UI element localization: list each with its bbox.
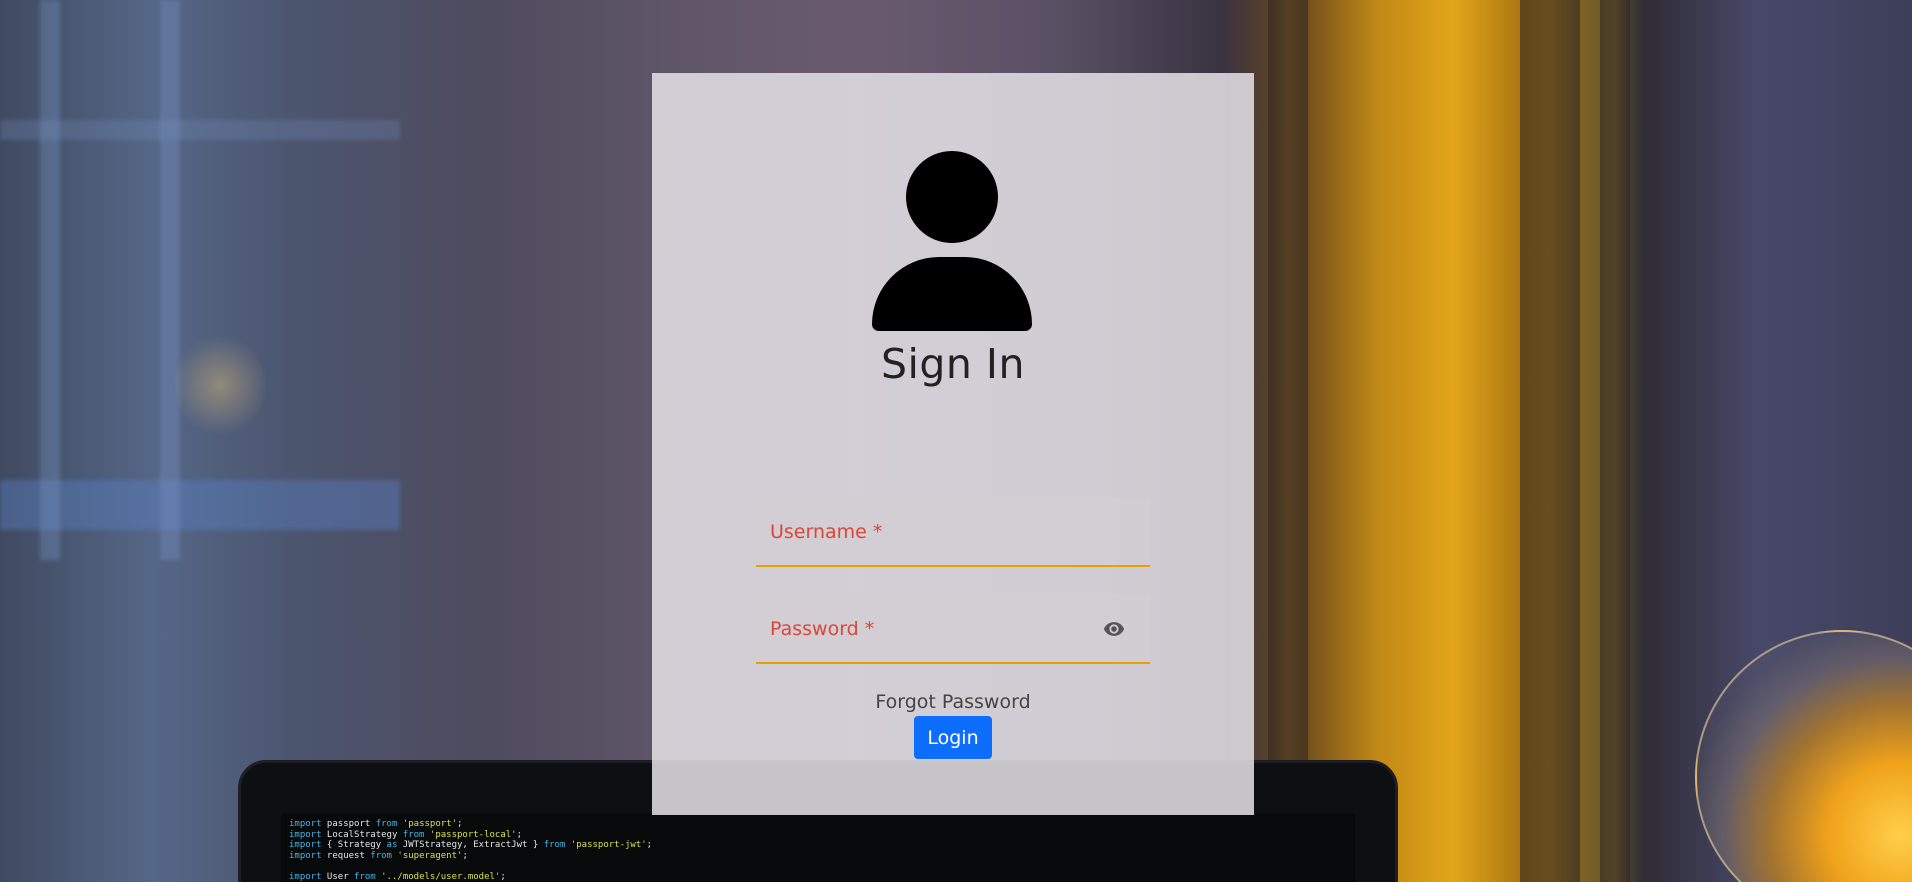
login-button[interactable]: Login xyxy=(914,716,992,759)
avatar-body xyxy=(872,257,1032,331)
eye-icon[interactable] xyxy=(1100,618,1128,640)
background-window xyxy=(0,0,400,560)
code-line: import passport from 'passport'; xyxy=(289,819,463,829)
avatar-head xyxy=(906,151,998,243)
code-line: import { Strategy as JWTStrategy, Extrac… xyxy=(289,840,653,850)
background-door-post xyxy=(1520,0,1580,882)
forgot-password-row: Forgot Password xyxy=(652,691,1254,713)
background-door-post xyxy=(1268,0,1308,882)
laptop-screen: import passport from 'passport'; import … xyxy=(281,813,1355,882)
username-input[interactable] xyxy=(756,497,1150,565)
password-input[interactable] xyxy=(756,594,1150,662)
user-avatar-icon xyxy=(872,151,1032,333)
code-line: import User from '../models/user.model'; xyxy=(289,871,506,882)
forgot-password-link[interactable]: Forgot Password xyxy=(875,691,1030,713)
sign-in-card: Sign In Username * Password * Forgot Pas… xyxy=(652,73,1254,815)
page-title: Sign In xyxy=(880,340,1026,388)
background-light xyxy=(175,330,265,440)
login-page: import passport from 'passport'; import … xyxy=(0,0,1912,882)
background-light-bulb xyxy=(1695,630,1912,882)
code-line: import LocalStrategy from 'passport-loca… xyxy=(289,829,523,840)
username-field[interactable]: Username * xyxy=(756,497,1150,567)
password-field[interactable]: Password * xyxy=(756,594,1150,664)
code-line: import request from 'superagent'; xyxy=(289,850,468,861)
background-door-post xyxy=(1600,0,1630,882)
